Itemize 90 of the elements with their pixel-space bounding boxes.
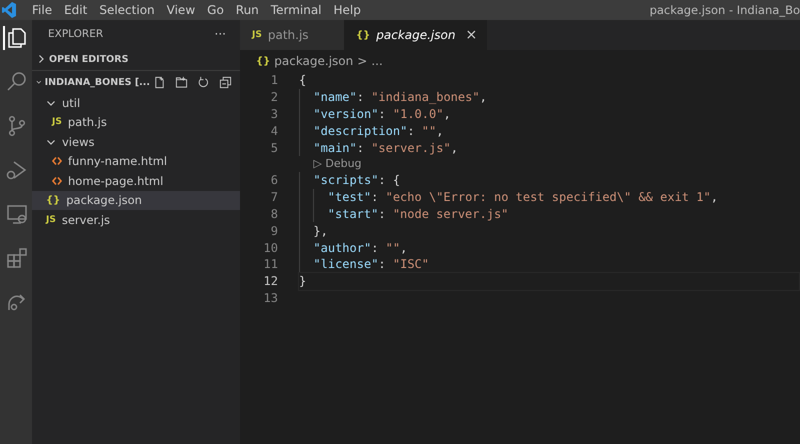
code-token: "start" [328,206,378,221]
code-token: } [299,274,306,288]
line-number: 3 [270,106,279,121]
braces-icon: {} [256,56,270,66]
line-number: 8 [270,206,279,221]
menu-item[interactable]: Run [230,3,265,17]
menu-item[interactable]: View [160,3,202,17]
braces-icon: {} [356,30,370,40]
menu-item[interactable]: Help [328,3,367,17]
code-token: : [356,140,365,155]
line-number: 6 [270,173,279,188]
code-token: "scripts" [313,173,378,188]
braces-icon: {} [46,194,60,206]
refresh-icon[interactable] [197,76,210,88]
js-file-icon: JS [252,30,262,40]
code-token: "description" [313,124,408,138]
breadcrumb-item[interactable]: ... [371,54,383,68]
line-number: 4 [270,124,279,138]
code-token: "license" [313,257,378,272]
code-token: , [450,140,458,155]
line-number: 9 [270,224,279,238]
angle-brackets-icon [52,176,62,186]
code-token: "" [422,124,436,138]
code-token: }, [313,224,328,238]
breadcrumb-item[interactable]: package.json [274,54,354,68]
line-number: 5 [270,140,279,155]
code-token: "test" [328,190,372,204]
tree-item[interactable]: JS server.js [32,210,240,230]
code-token: "author" [313,240,372,255]
collapse-all-icon[interactable] [219,76,232,88]
code-token: "version" [313,106,378,121]
close-button[interactable]: × [465,27,478,43]
code-token: : [407,124,416,138]
debug-codelens-link[interactable]: ▷ Debug [313,157,362,170]
line-number: 10 [262,240,279,255]
breadcrumb-separator: > [357,54,368,68]
line-number: 13 [262,290,279,305]
code-token: : [371,240,380,255]
code-token: { [299,73,306,88]
new-folder-icon[interactable] [175,76,188,88]
tree-item[interactable]: {} package.json [32,190,240,210]
code-token: "echo \"Error: no test specified\" && exit 1" [386,190,711,204]
code-token: "node server.js" [392,206,508,221]
new-file-icon[interactable] [153,76,166,88]
code-token: , [480,90,487,104]
code-token: : [378,106,387,121]
editor-tab[interactable]: JS path.js [240,20,344,50]
code-token: , [436,124,444,138]
code-token: : [356,90,365,104]
code-token: "indiana_bones" [371,90,480,104]
explorer-title: EXPLORER [48,28,104,40]
angle-brackets-icon [52,156,62,166]
code-token: "main" [313,140,357,155]
line-number: 1 [270,73,279,88]
menu-item[interactable]: Go [201,3,230,17]
js-file-icon: JS [46,214,56,225]
chevron-right-icon [36,54,46,64]
more-actions-button[interactable]: ··· [214,27,226,41]
app-logo-icon [2,2,16,18]
window-title: package.json - Indiana_Bo [650,3,800,17]
code-token: : { [378,173,400,188]
code-token: , [443,106,451,121]
code-token: : [378,257,387,272]
section-header[interactable]: INDIANA_BONES [... [32,70,240,93]
tree-item[interactable]: home-page.html [32,171,240,190]
code-token: , [400,240,408,255]
code-token: "ISC" [392,257,429,272]
line-number: 11 [262,257,279,272]
section-header[interactable]: OPEN EDITORS [32,48,240,70]
tree-item[interactable]: JS path.js [32,112,240,132]
line-number: 7 [270,190,279,204]
code-token: : [378,206,387,221]
js-file-icon: JS [52,117,62,128]
menu-item[interactable]: Terminal [264,3,328,17]
line-number: 2 [270,90,279,104]
code-token: : [371,190,380,204]
code-token: , [710,190,718,204]
code-token: "1.0.0" [392,106,444,121]
code-token: "name" [313,90,357,104]
tree-item[interactable]: funny-name.html [32,152,240,171]
tree-item[interactable]: util [32,93,240,112]
tree-item[interactable]: views [32,132,240,152]
line-number: 12 [262,274,279,288]
code-token: "" [386,240,400,255]
menu-item[interactable]: Selection [93,3,161,17]
code-token: "server.js" [371,140,451,155]
menu-item[interactable]: Edit [58,3,94,17]
files-activity-icon[interactable] [3,26,29,50]
menu-item[interactable]: File [26,3,58,17]
editor-tab[interactable]: {} package.json × [344,20,488,50]
